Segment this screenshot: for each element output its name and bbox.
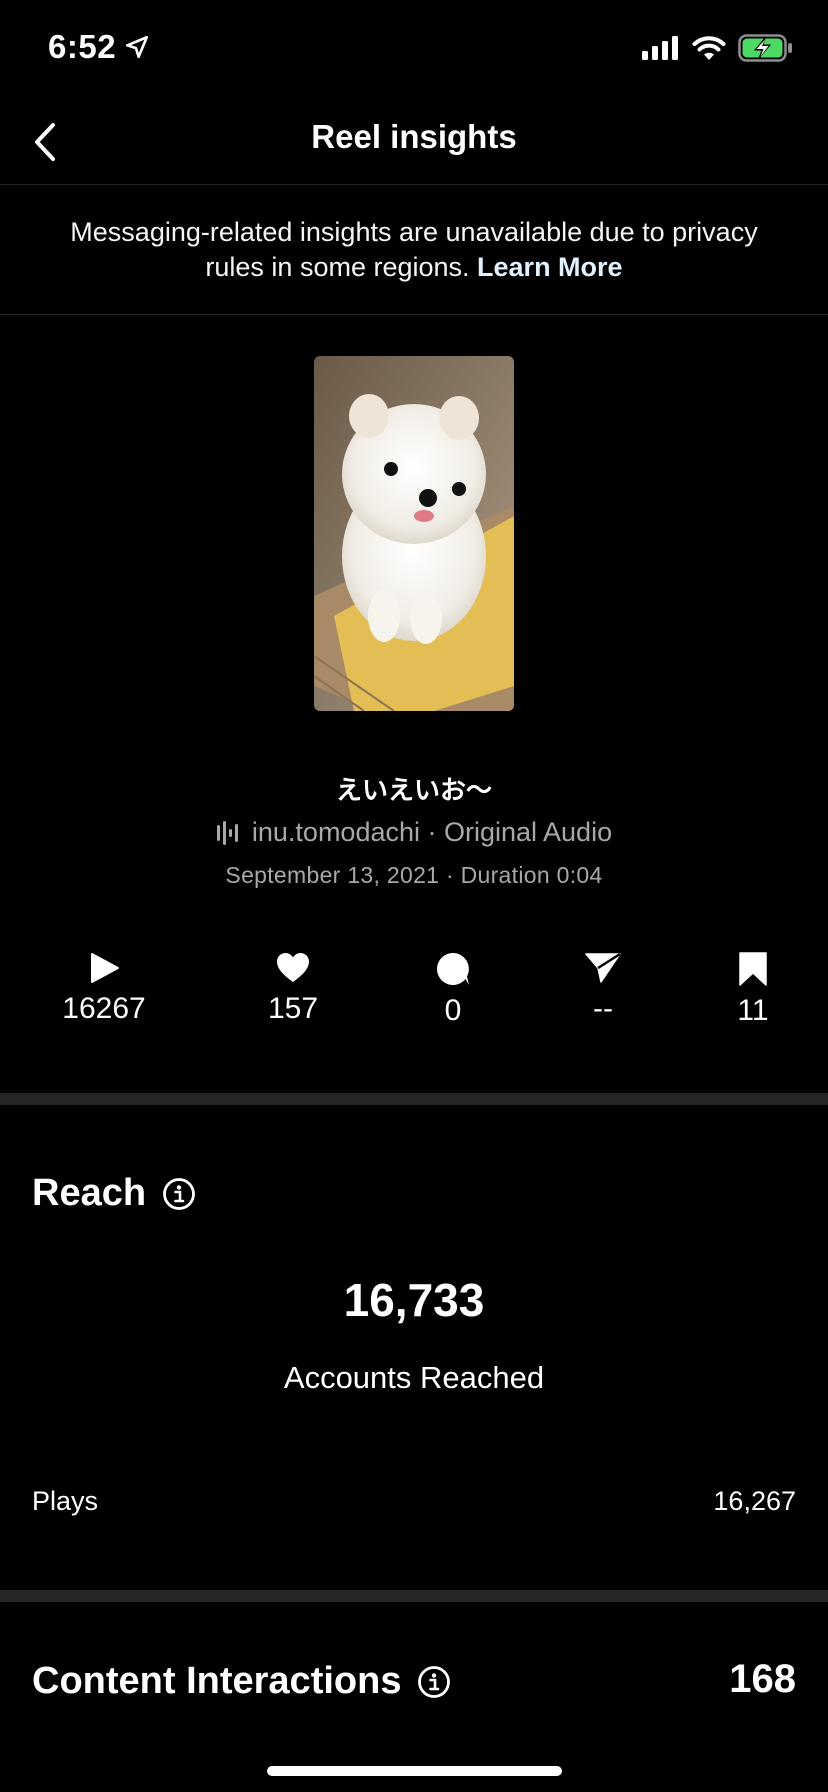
accounts-reached-value: 16,733 [343, 1274, 485, 1326]
content-interactions-value: 168 [729, 1657, 796, 1701]
wifi-icon [692, 36, 726, 60]
status-bar-indicators [642, 34, 794, 62]
time-text: 6:52 [48, 28, 117, 65]
audio-waveform-icon [216, 820, 238, 845]
reach-title: Reach [32, 1172, 147, 1214]
header-divider [0, 184, 828, 185]
section-divider [0, 1093, 828, 1105]
plays-row-value: 16,267 [713, 1486, 796, 1516]
reach-header: Reach [32, 1172, 196, 1215]
likes-stat: 157 [213, 952, 373, 1026]
notice-divider [0, 314, 828, 315]
battery-charging-icon [738, 34, 792, 62]
shares-count: -- [593, 992, 613, 1025]
page-title: Reel insights [311, 118, 517, 155]
reel-thumbnail[interactable] [314, 356, 514, 711]
home-indicator[interactable] [267, 1766, 562, 1776]
heart-icon [277, 953, 309, 982]
info-icon[interactable] [417, 1665, 451, 1699]
plays-stat: 16267 [24, 952, 184, 1026]
comment-bubble-icon [437, 953, 469, 985]
signal-icon [642, 36, 678, 60]
info-icon[interactable] [162, 1177, 196, 1211]
paper-plane-icon [585, 952, 621, 983]
learn-more-link[interactable]: Learn More [477, 252, 623, 282]
status-bar-time: 6:52 [48, 28, 150, 66]
likes-count: 157 [267, 992, 319, 1025]
audio-text: inu.tomodachi · Original Audio [251, 817, 613, 847]
saves-count: 11 [737, 994, 769, 1027]
content-interactions-header: Content Interactions [32, 1660, 451, 1703]
plays-row-label: Plays [32, 1486, 99, 1516]
play-icon [91, 953, 119, 983]
comments-stat: 0 [373, 952, 533, 1028]
saves-stat: 11 [673, 952, 828, 1028]
section-divider-2 [0, 1590, 828, 1602]
content-interactions-title: Content Interactions [32, 1660, 402, 1702]
audio-info[interactable]: inu.tomodachi · Original Audio [0, 817, 828, 848]
reel-caption: えいえいお〜 [335, 775, 492, 805]
location-arrow-icon [126, 35, 149, 59]
reel-date-duration: September 13, 2021 · Duration 0:04 [225, 862, 603, 888]
privacy-notice: Messaging-related insights are unavailab… [60, 215, 768, 285]
accounts-reached-label: Accounts Reached [283, 1360, 545, 1395]
comments-count: 0 [444, 994, 462, 1027]
dog-photo [314, 356, 514, 711]
bookmark-icon [739, 952, 767, 986]
privacy-notice-text: Messaging-related insights are unavailab… [70, 217, 758, 282]
shares-stat: -- [523, 952, 683, 1026]
plays-count: 16267 [62, 992, 146, 1025]
